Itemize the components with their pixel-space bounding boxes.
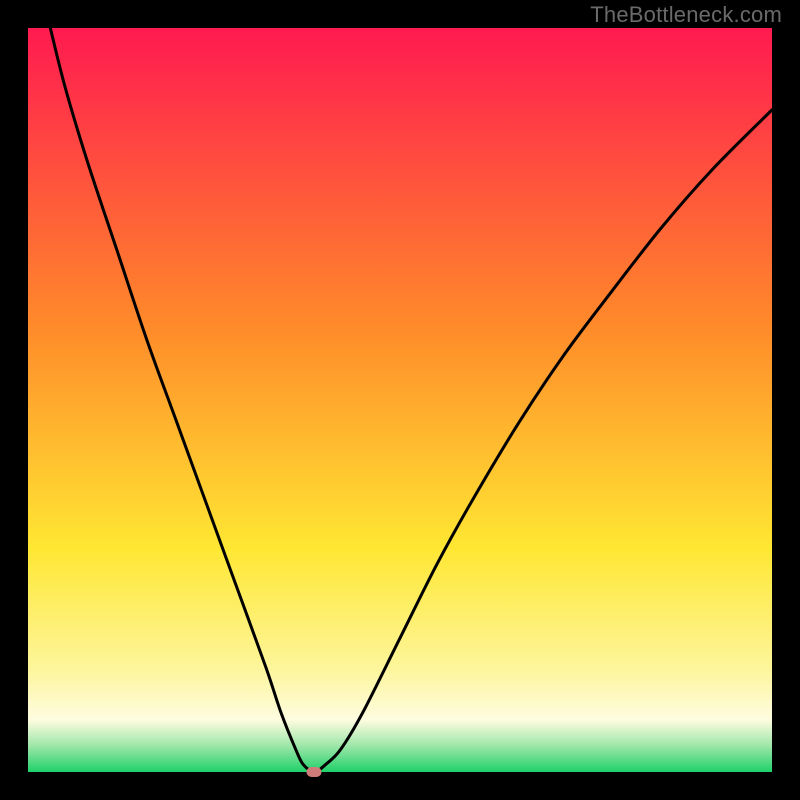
chart-svg	[28, 28, 772, 772]
minimum-marker	[307, 767, 322, 777]
chart-frame: TheBottleneck.com	[0, 0, 800, 800]
gradient-background	[28, 28, 772, 772]
plot-area	[28, 28, 772, 772]
watermark-label: TheBottleneck.com	[590, 2, 782, 28]
